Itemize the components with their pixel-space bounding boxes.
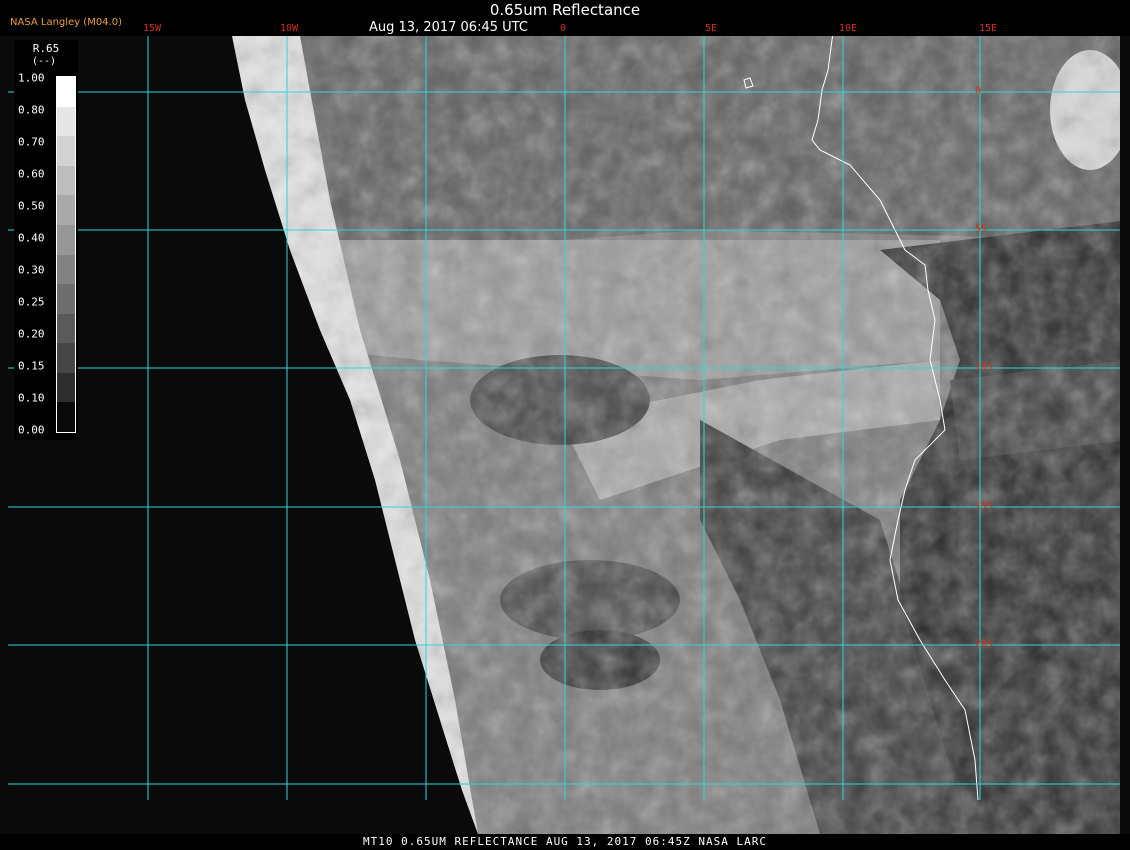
legend-tick-label: 0.70: [18, 135, 45, 149]
legend-swatch: [57, 165, 75, 196]
legend-tick-label: 0.40: [18, 231, 45, 245]
legend-title: R.65: [32, 42, 60, 55]
lon-label-0: 0: [559, 23, 567, 34]
map-timestamp: Aug 13, 2017 06:45 UTC: [369, 20, 528, 35]
legend-swatch: [57, 313, 75, 344]
legend-swatch: [57, 284, 75, 315]
lat-label-20s: 20S: [975, 638, 994, 650]
legend-swatch: [57, 372, 75, 403]
color-legend: R.65 (--) 1.00 0.80 0.70 0.60 0.50 0.40 0.30 0.…: [14, 40, 78, 440]
agency-label: NASA Langley (M04.0): [10, 17, 122, 28]
lat-label-10s: 10S: [975, 361, 994, 373]
legend-tick-label: 0.30: [18, 263, 45, 277]
lat-label-0: 0: [975, 85, 982, 97]
legend-swatch: [57, 254, 75, 285]
lon-label-10w: 10W: [279, 23, 299, 34]
lon-label-15e: 15E: [978, 23, 998, 34]
legend-swatch: [57, 106, 75, 137]
legend-unit: (--): [32, 56, 57, 67]
legend-color-bar: [56, 76, 76, 433]
legend-swatch: [57, 343, 75, 374]
legend-swatch: [57, 77, 75, 107]
legend-tick-label: 1.00: [18, 71, 45, 85]
legend-tick-label: 0.25: [18, 295, 45, 309]
lon-label-5e: 5E: [704, 23, 718, 34]
footer-caption: MT10 0.65UM REFLECTANCE AUG 13, 2017 06:…: [363, 835, 767, 848]
legend-tick-label: 0.00: [18, 423, 45, 437]
legend-tick-label: 0.10: [18, 391, 45, 405]
legend-tick-label: 0.80: [18, 103, 45, 117]
legend-tick-label: 0.20: [18, 327, 45, 341]
legend-swatch: [57, 136, 75, 167]
lon-label-10e: 10E: [838, 23, 858, 34]
satellite-image: [0, 36, 1130, 834]
lon-label-15w: 15W: [142, 23, 162, 34]
legend-tick-label: 0.60: [18, 167, 45, 181]
legend-swatch: [57, 402, 75, 433]
legend-tick-label: 0.50: [18, 199, 45, 213]
legend-swatch: [57, 224, 75, 255]
legend-tick-label: 0.15: [18, 359, 45, 373]
lat-label-15s: 15S: [975, 500, 994, 512]
legend-swatch: [57, 195, 75, 226]
lat-label-5s: 5S: [975, 223, 988, 235]
map-title: 0.65um Reflectance: [489, 1, 641, 19]
